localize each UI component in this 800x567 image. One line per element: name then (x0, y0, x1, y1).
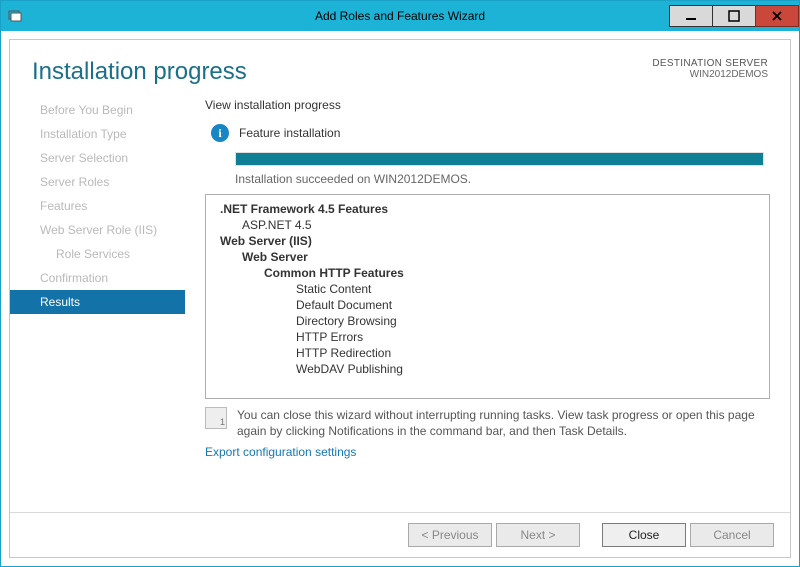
features-tree[interactable]: .NET Framework 4.5 FeaturesASP.NET 4.5We… (205, 194, 770, 399)
wizard-window: Add Roles and Features Wizard Installati… (0, 0, 800, 567)
feature-item: HTTP Redirection (210, 345, 765, 361)
minimize-button[interactable] (669, 5, 713, 27)
feature-item: .NET Framework 4.5 Features (210, 201, 765, 217)
main-panel: View installation progress i Feature ins… (185, 92, 790, 512)
view-progress-label: View installation progress (205, 98, 770, 112)
page-title: Installation progress (32, 58, 652, 86)
feature-item: Directory Browsing (210, 313, 765, 329)
previous-button: < Previous (408, 523, 492, 547)
wizard-step-confirmation: Confirmation (10, 266, 185, 290)
feature-item: HTTP Errors (210, 329, 765, 345)
next-button: Next > (496, 523, 580, 547)
footer-buttons: < Previous Next > Close Cancel (10, 512, 790, 557)
wizard-step-web-server-role-iis-: Web Server Role (IIS) (10, 218, 185, 242)
info-icon: i (211, 124, 229, 142)
window-close-button[interactable] (755, 5, 799, 27)
destination-name: WIN2012DEMOS (652, 69, 768, 80)
wizard-steps-sidebar: Before You BeginInstallation TypeServer … (10, 92, 185, 512)
status-text: Feature installation (239, 126, 340, 140)
wizard-step-installation-type: Installation Type (10, 122, 185, 146)
export-config-link[interactable]: Export configuration settings (205, 445, 770, 459)
close-hint-text: You can close this wizard without interr… (237, 407, 770, 439)
wizard-step-results[interactable]: Results (10, 290, 185, 314)
wizard-step-role-services: Role Services (10, 242, 185, 266)
wizard-body: Installation progress DESTINATION SERVER… (9, 39, 791, 558)
feature-item: WebDAV Publishing (210, 361, 765, 377)
feature-item: Default Document (210, 297, 765, 313)
feature-item: ASP.NET 4.5 (210, 217, 765, 233)
destination-server-block: DESTINATION SERVER WIN2012DEMOS (652, 58, 768, 80)
titlebar: Add Roles and Features Wizard (1, 1, 799, 31)
feature-item: Common HTTP Features (210, 265, 765, 281)
wizard-step-server-roles: Server Roles (10, 170, 185, 194)
feature-item: Static Content (210, 281, 765, 297)
flag-icon: 1 (205, 407, 227, 429)
feature-item: Web Server (210, 249, 765, 265)
app-icon (7, 8, 23, 24)
close-button[interactable]: Close (602, 523, 686, 547)
cancel-button: Cancel (690, 523, 774, 547)
window-controls (670, 5, 799, 27)
progress-fill (236, 153, 763, 165)
destination-label: DESTINATION SERVER (652, 58, 768, 69)
success-message: Installation succeeded on WIN2012DEMOS. (235, 172, 764, 186)
wizard-step-before-you-begin: Before You Begin (10, 98, 185, 122)
wizard-step-features: Features (10, 194, 185, 218)
progress-bar (235, 152, 764, 166)
maximize-button[interactable] (712, 5, 756, 27)
feature-item: Web Server (IIS) (210, 233, 765, 249)
wizard-step-server-selection: Server Selection (10, 146, 185, 170)
